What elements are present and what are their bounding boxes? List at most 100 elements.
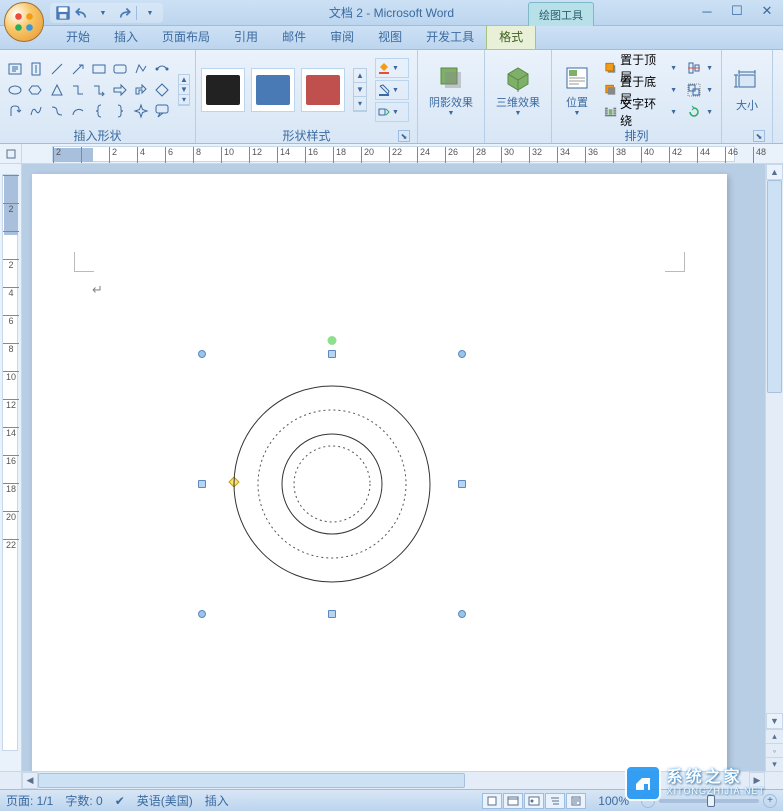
ruler-corner[interactable] xyxy=(0,144,22,164)
threed-effects-button[interactable]: 三维效果▼ xyxy=(490,57,546,123)
redo-icon[interactable] xyxy=(114,4,132,22)
prev-page[interactable]: ▴ xyxy=(766,729,783,743)
tab-mailings[interactable]: 邮件 xyxy=(270,24,318,49)
shape-outline-button[interactable]: ▼ xyxy=(375,80,409,100)
shape-freeform[interactable] xyxy=(131,59,151,79)
style-swatch-blue[interactable] xyxy=(251,68,295,112)
donut-shape[interactable] xyxy=(232,384,432,584)
shape-diamond[interactable] xyxy=(152,80,172,100)
status-page[interactable]: 页面: 1/1 xyxy=(6,792,53,809)
shape-bent-arrow[interactable] xyxy=(131,80,151,100)
tab-references[interactable]: 引用 xyxy=(222,24,270,49)
status-proofing-icon[interactable]: ✔ xyxy=(115,794,125,808)
vscroll-track[interactable] xyxy=(766,180,783,713)
shape-rounded-rect[interactable] xyxy=(110,59,130,79)
undo-dropdown[interactable]: ▼ xyxy=(94,4,112,22)
handle-t[interactable] xyxy=(328,350,336,358)
status-insert-mode[interactable]: 插入 xyxy=(205,792,229,809)
view-outline[interactable] xyxy=(545,793,565,809)
rotation-handle[interactable] xyxy=(328,336,337,345)
undo-icon[interactable] xyxy=(74,4,92,22)
document-canvas[interactable]: ↵ xyxy=(22,164,765,771)
zoom-out-button[interactable]: − xyxy=(641,794,655,808)
vscroll-thumb[interactable] xyxy=(767,180,782,393)
zoom-slider[interactable] xyxy=(659,799,759,803)
next-page[interactable]: ▾ xyxy=(766,757,783,771)
donut-selection[interactable] xyxy=(202,354,462,614)
hscroll-right[interactable]: ▶ xyxy=(749,772,765,789)
save-icon[interactable] xyxy=(54,4,72,22)
view-draft[interactable] xyxy=(566,793,586,809)
tab-developer[interactable]: 开发工具 xyxy=(414,24,486,49)
horizontal-ruler[interactable]: 2246810121416182022242628303234363840424… xyxy=(22,144,765,163)
tab-insert[interactable]: 插入 xyxy=(102,24,150,49)
view-full-screen[interactable] xyxy=(503,793,523,809)
shape-curve[interactable] xyxy=(26,101,46,121)
group-button[interactable]: ▼ xyxy=(684,80,716,101)
status-words[interactable]: 字数: 0 xyxy=(65,792,102,809)
view-web-layout[interactable] xyxy=(524,793,544,809)
shape-arc[interactable] xyxy=(68,101,88,121)
size-button[interactable]: 大小 xyxy=(727,57,767,123)
align-button[interactable]: ▼ xyxy=(684,58,716,79)
select-browse-object[interactable]: ◦ xyxy=(766,743,783,757)
style-more[interactable]: ▾ xyxy=(354,97,366,111)
style-swatch-black[interactable] xyxy=(201,68,245,112)
shape-right-arrow[interactable] xyxy=(110,80,130,100)
style-swatch-red[interactable] xyxy=(301,68,345,112)
shape-arrow[interactable] xyxy=(68,59,88,79)
size-dialog-launcher[interactable]: ⬊ xyxy=(753,130,765,142)
change-shape-button[interactable]: ▼ xyxy=(375,102,409,122)
style-scroll-down[interactable]: ▼ xyxy=(354,83,366,97)
shape-star-4[interactable] xyxy=(131,101,151,121)
tab-view[interactable]: 视图 xyxy=(366,24,414,49)
tab-home[interactable]: 开始 xyxy=(54,24,102,49)
ruler-toggle[interactable] xyxy=(765,144,783,163)
vscroll-down[interactable]: ▼ xyxy=(766,713,783,729)
shape-oval[interactable] xyxy=(5,80,25,100)
shape-triangle[interactable] xyxy=(47,80,67,100)
handle-br[interactable] xyxy=(458,610,466,618)
handle-r[interactable] xyxy=(458,480,466,488)
shape-text-box[interactable] xyxy=(5,59,25,79)
gallery-scroll-up[interactable]: ▲ xyxy=(179,75,189,85)
text-wrap-button[interactable]: 文字环绕▼ xyxy=(601,102,680,123)
minimize-button[interactable]: ─ xyxy=(695,2,719,20)
handle-b[interactable] xyxy=(328,610,336,618)
hscroll-left[interactable]: ◀ xyxy=(22,772,38,789)
maximize-button[interactable]: ☐ xyxy=(725,2,749,20)
shape-vertical-text-box[interactable] xyxy=(26,59,46,79)
rotate-button[interactable]: ▼ xyxy=(684,102,716,123)
shape-styles-dialog-launcher[interactable]: ⬊ xyxy=(398,130,410,142)
shape-curved-connector[interactable] xyxy=(47,101,67,121)
hscroll-track[interactable] xyxy=(38,772,749,789)
style-scroll-up[interactable]: ▲ xyxy=(354,69,366,83)
shape-edit-points[interactable] xyxy=(152,59,172,79)
gallery-scroll-down[interactable]: ▼ xyxy=(179,85,189,95)
vscroll-up[interactable]: ▲ xyxy=(766,164,783,180)
zoom-percent[interactable]: 100% xyxy=(598,794,629,808)
tab-page-layout[interactable]: 页面布局 xyxy=(150,24,222,49)
handle-tr[interactable] xyxy=(458,350,466,358)
office-button[interactable] xyxy=(4,2,44,42)
shape-hexagon[interactable] xyxy=(26,80,46,100)
gallery-more[interactable]: ▾ xyxy=(179,95,189,105)
shape-right-brace[interactable] xyxy=(110,101,130,121)
shape-rectangle[interactable] xyxy=(89,59,109,79)
tab-review[interactable]: 审阅 xyxy=(318,24,366,49)
hscroll-thumb[interactable] xyxy=(38,773,465,788)
handle-bl[interactable] xyxy=(198,610,206,618)
shape-line[interactable] xyxy=(47,59,67,79)
status-language[interactable]: 英语(美国) xyxy=(137,792,193,809)
qat-customize-dropdown[interactable]: ▼ xyxy=(141,4,159,22)
shape-elbow-arrow[interactable] xyxy=(89,80,109,100)
close-button[interactable]: ✕ xyxy=(755,2,779,20)
shape-fill-button[interactable]: ▼ xyxy=(375,58,409,78)
vertical-ruler[interactable]: 2246810121416182022 xyxy=(0,164,22,771)
zoom-slider-knob[interactable] xyxy=(707,795,715,807)
handle-l[interactable] xyxy=(198,480,206,488)
handle-tl[interactable] xyxy=(198,350,206,358)
zoom-in-button[interactable]: + xyxy=(763,794,777,808)
tab-format[interactable]: 格式 xyxy=(486,23,536,49)
shadow-effects-button[interactable]: 阴影效果▼ xyxy=(423,57,479,123)
